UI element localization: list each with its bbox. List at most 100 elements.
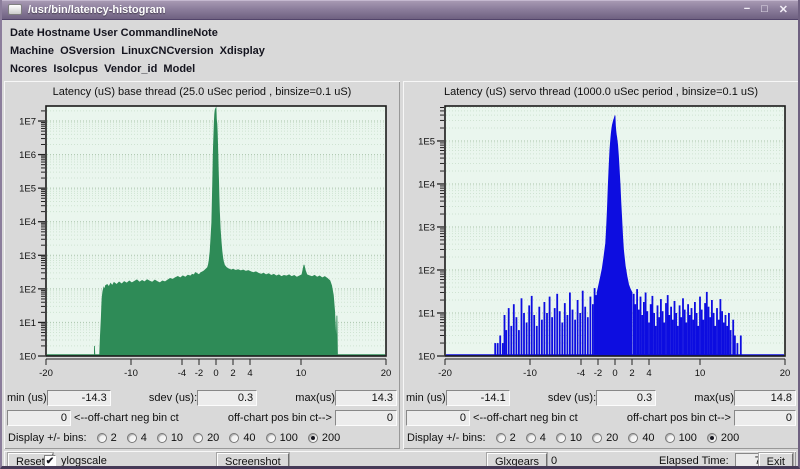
servo-thread-histogram: 1E01E11E21E31E41E5-20-10-4-20241020 — [403, 100, 799, 388]
svg-text:1E4: 1E4 — [19, 217, 36, 228]
exit-button[interactable]: Exit — [759, 453, 793, 469]
radio-dot[interactable] — [308, 433, 318, 443]
radio-label: 10 — [570, 432, 582, 444]
elapsed-time-label: Elapsed Time: — [659, 455, 729, 467]
radio-dot[interactable] — [628, 433, 638, 443]
radio-dot[interactable] — [229, 433, 239, 443]
svg-text:1E0: 1E0 — [418, 352, 435, 363]
svg-text:4: 4 — [646, 368, 651, 379]
svg-text:-4: -4 — [577, 368, 585, 379]
svg-text:-2: -2 — [195, 368, 203, 379]
base-thread-panel: Latency (uS) base thread (25.0 uSec peri… — [4, 81, 400, 449]
svg-text:10: 10 — [296, 368, 307, 379]
header-line-ncores: Ncores Isolcpus Vendor_id Model — [10, 60, 790, 78]
screenshot-button[interactable]: Screenshot — [217, 453, 289, 469]
bottom-toolbar: Reset ✔ ylogscale Screenshot Glxgears 0 … — [4, 451, 796, 469]
radio-display-bins-10[interactable]: 10 — [157, 432, 183, 444]
min-entry[interactable]: -14.1 — [446, 390, 510, 406]
radio-display-bins-40[interactable]: 40 — [628, 432, 654, 444]
radio-display-bins-20[interactable]: 20 — [193, 432, 219, 444]
svg-text:-20: -20 — [438, 368, 452, 379]
svg-text:1E4: 1E4 — [418, 179, 435, 190]
sdev-entry[interactable]: 0.3 — [197, 390, 257, 406]
svg-text:1E2: 1E2 — [418, 265, 435, 276]
radio-display-bins-40[interactable]: 40 — [229, 432, 255, 444]
radio-display-bins-2[interactable]: 2 — [97, 432, 117, 444]
svg-text:1E2: 1E2 — [19, 284, 36, 295]
radio-label: 4 — [141, 432, 147, 444]
radio-display-bins-200[interactable]: 200 — [707, 432, 739, 444]
radio-display-bins-20[interactable]: 20 — [592, 432, 618, 444]
sdev-label: sdev (us): — [548, 392, 596, 404]
pos-bin-count-entry[interactable]: 0 — [734, 410, 796, 426]
sdev-label: sdev (us): — [149, 392, 197, 404]
radio-dot[interactable] — [97, 433, 107, 443]
svg-text:1E0: 1E0 — [19, 352, 36, 363]
svg-text:2: 2 — [230, 368, 235, 379]
svg-text:1E3: 1E3 — [418, 222, 435, 233]
svg-text:1E1: 1E1 — [418, 308, 435, 319]
header-line-date: Date Hostname User CommandlineNote — [10, 24, 790, 42]
radio-dot[interactable] — [266, 433, 276, 443]
max-entry[interactable]: 14.3 — [335, 390, 397, 406]
radio-label: 10 — [171, 432, 183, 444]
svg-text:0: 0 — [612, 368, 617, 379]
neg-bin-label: <--off-chart neg bin ct — [470, 412, 578, 424]
radio-label: 200 — [322, 432, 340, 444]
min-label: min (us) — [7, 392, 47, 404]
svg-text:-2: -2 — [594, 368, 602, 379]
ylogscale-label: ylogscale — [61, 455, 107, 467]
radio-dot[interactable] — [665, 433, 675, 443]
radio-dot[interactable] — [707, 433, 717, 443]
svg-text:20: 20 — [780, 368, 791, 379]
radio-display-bins-4[interactable]: 4 — [526, 432, 546, 444]
radio-display-bins-200[interactable]: 200 — [308, 432, 340, 444]
svg-text:1E1: 1E1 — [19, 318, 36, 329]
radio-dot[interactable] — [127, 433, 137, 443]
radio-dot[interactable] — [592, 433, 602, 443]
pos-bin-count-entry[interactable]: 0 — [335, 410, 397, 426]
svg-text:20: 20 — [381, 368, 392, 379]
header-line-machine: Machine OSversion LinuxCNCversion Xdispl… — [10, 42, 790, 60]
radio-display-bins-10[interactable]: 10 — [556, 432, 582, 444]
radio-label: 20 — [207, 432, 219, 444]
svg-text:1E7: 1E7 — [19, 117, 36, 128]
radio-dot[interactable] — [556, 433, 566, 443]
servo-thread-panel: Latency (uS) servo thread (1000.0 uSec p… — [403, 81, 799, 449]
ylogscale-checkbox[interactable]: ✔ — [44, 455, 56, 467]
max-label: max(us) — [694, 392, 734, 404]
min-entry[interactable]: -14.3 — [47, 390, 111, 406]
svg-text:10: 10 — [695, 368, 706, 379]
glxgears-button[interactable]: Glxgears — [487, 453, 547, 469]
svg-text:-4: -4 — [178, 368, 186, 379]
radio-dot[interactable] — [496, 433, 506, 443]
radio-dot[interactable] — [157, 433, 167, 443]
radio-display-bins-2[interactable]: 2 — [496, 432, 516, 444]
svg-text:1E6: 1E6 — [19, 150, 36, 161]
titlebar[interactable]: /usr/bin/latency-histogram − □ ✕ — [2, 0, 798, 20]
radio-display-bins-100[interactable]: 100 — [266, 432, 298, 444]
minimize-button[interactable]: − — [744, 3, 750, 16]
radio-label: 20 — [606, 432, 618, 444]
window-title: /usr/bin/latency-histogram — [28, 4, 166, 16]
svg-text:-20: -20 — [39, 368, 53, 379]
base-thread-histogram: 1E01E11E21E31E41E51E61E7-20-10-4-2024102… — [4, 100, 400, 388]
servo-chart-title: Latency (uS) servo thread (1000.0 uSec p… — [403, 82, 799, 100]
radio-label: 2 — [510, 432, 516, 444]
radio-label: 100 — [280, 432, 298, 444]
radio-label: 40 — [243, 432, 255, 444]
radio-dot[interactable] — [193, 433, 203, 443]
neg-bin-count-entry[interactable]: 0 — [7, 410, 71, 426]
max-entry[interactable]: 14.8 — [734, 390, 796, 406]
sdev-entry[interactable]: 0.3 — [596, 390, 656, 406]
svg-text:4: 4 — [247, 368, 252, 379]
pos-bin-label: off-chart pos bin ct--> — [228, 412, 335, 424]
close-button[interactable]: ✕ — [779, 3, 788, 16]
radio-label: 200 — [721, 432, 739, 444]
neg-bin-count-entry[interactable]: 0 — [406, 410, 470, 426]
radio-dot[interactable] — [526, 433, 536, 443]
maximize-button[interactable]: □ — [761, 3, 768, 16]
radio-display-bins-100[interactable]: 100 — [665, 432, 697, 444]
radio-display-bins-4[interactable]: 4 — [127, 432, 147, 444]
radio-label: 4 — [540, 432, 546, 444]
